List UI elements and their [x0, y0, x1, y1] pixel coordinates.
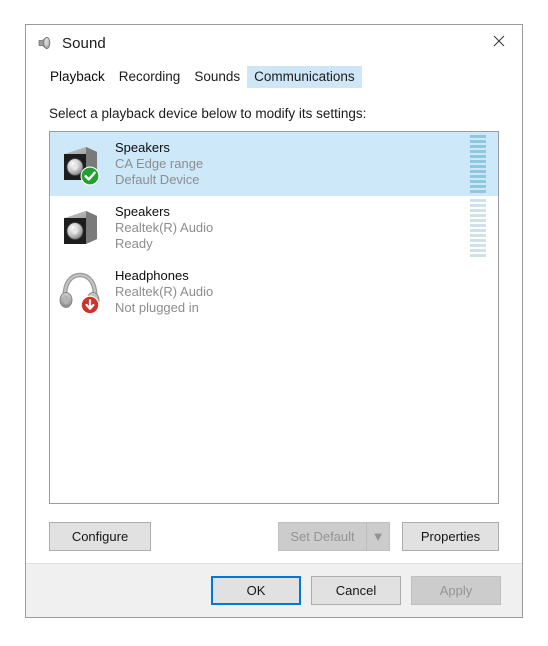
- dialog-footer: OK Cancel Apply: [26, 563, 522, 617]
- device-status: Ready: [115, 236, 153, 251]
- configure-button[interactable]: Configure: [49, 522, 151, 551]
- device-name: Speakers: [115, 204, 170, 219]
- speaker-device-icon: [57, 141, 103, 187]
- tab-sounds[interactable]: Sounds: [187, 66, 247, 88]
- device-driver: Realtek(R) Audio: [115, 220, 214, 235]
- device-name: Headphones: [115, 268, 189, 283]
- instruction-text: Select a playback device below to modify…: [49, 106, 367, 121]
- set-default-button: Set Default: [278, 522, 366, 551]
- list-item[interactable]: Speakers Realtek(R) Audio Ready: [50, 196, 498, 260]
- sound-dialog: Sound Playback Recording Sounds Communic…: [25, 24, 523, 618]
- title-bar: Sound: [26, 25, 522, 61]
- ok-button[interactable]: OK: [211, 576, 301, 605]
- device-text: Headphones Realtek(R) Audio Not plugged …: [111, 268, 470, 316]
- device-text: Speakers CA Edge range Default Device: [111, 140, 470, 188]
- device-text: Speakers Realtek(R) Audio Ready: [111, 204, 470, 252]
- tab-communications[interactable]: Communications: [247, 66, 362, 88]
- window-title: Sound: [62, 34, 106, 52]
- tab-strip: Playback Recording Sounds Communications: [26, 65, 522, 88]
- device-status: Not plugged in: [115, 300, 199, 315]
- close-icon[interactable]: [476, 25, 522, 56]
- device-status: Default Device: [115, 172, 200, 187]
- tab-playback[interactable]: Playback: [43, 66, 112, 88]
- cancel-button[interactable]: Cancel: [311, 576, 401, 605]
- device-action-bar: Configure Set Default ▼ Properties: [49, 522, 499, 551]
- speaker-device-icon: [57, 205, 103, 251]
- device-name: Speakers: [115, 140, 170, 155]
- screen: Sound Playback Recording Sounds Communic…: [0, 0, 548, 646]
- chevron-down-icon[interactable]: ▼: [366, 522, 390, 551]
- properties-button[interactable]: Properties: [402, 522, 499, 551]
- list-item[interactable]: Headphones Realtek(R) Audio Not plugged …: [50, 260, 498, 324]
- tab-recording[interactable]: Recording: [112, 66, 188, 88]
- apply-button: Apply: [411, 576, 501, 605]
- volume-meter: [470, 199, 486, 257]
- device-driver: CA Edge range: [115, 156, 204, 171]
- set-default-split-button[interactable]: Set Default ▼: [278, 522, 390, 551]
- list-item[interactable]: Speakers CA Edge range Default Device: [50, 132, 498, 196]
- device-driver: Realtek(R) Audio: [115, 284, 214, 299]
- headphones-device-icon: [57, 269, 103, 315]
- speaker-icon: [36, 34, 54, 52]
- volume-meter: [470, 135, 486, 193]
- tab-panel-playback: Select a playback device below to modify…: [26, 88, 522, 563]
- playback-device-list[interactable]: Speakers CA Edge range Default Device Sp…: [49, 131, 499, 504]
